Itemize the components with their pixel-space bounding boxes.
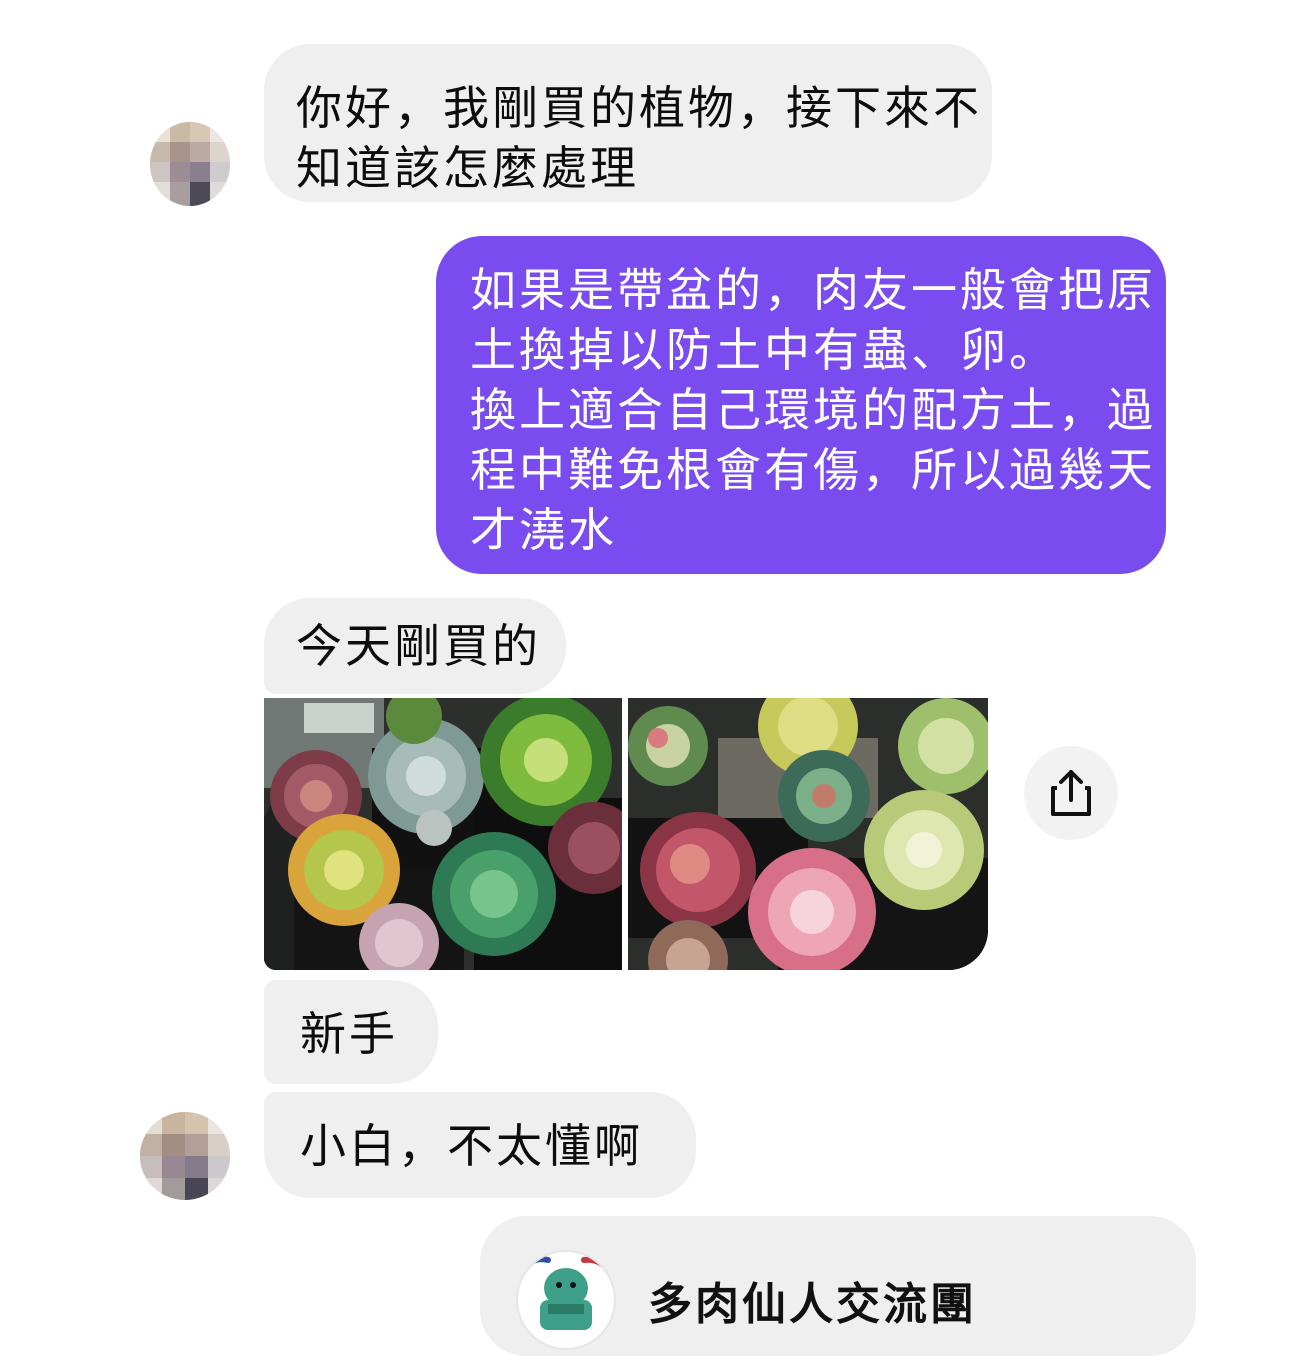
group-avatar xyxy=(516,1250,616,1350)
share-button[interactable] xyxy=(1024,746,1118,840)
message-bubble-outgoing[interactable]: 如果是帶盆的，肉友一般會把原 土換掉以防土中有蟲、卵。 換上適合自己環境的配方土… xyxy=(436,236,1166,574)
succulent-photo-1 xyxy=(264,698,622,970)
photo-attachment[interactable] xyxy=(264,698,622,970)
message-text: 你好，我剛買的植物，接下來不 xyxy=(296,81,982,135)
cactus-mascot-icon xyxy=(521,1256,613,1330)
shared-card-title: 多肉仙人交流團 xyxy=(648,1279,977,1330)
sender-avatar[interactable] xyxy=(150,122,230,206)
message-text: 才澆水 xyxy=(470,503,617,557)
message-bubble-incoming[interactable]: 小白，不太懂啊 xyxy=(264,1092,696,1198)
avatar-icon xyxy=(140,1112,230,1200)
succulent-photo-2 xyxy=(628,698,988,970)
message-text: 程中難免根會有傷，所以過幾天 xyxy=(470,443,1156,497)
message-bubble-incoming[interactable]: 你好，我剛買的植物，接下來不 知道該怎麼處理 xyxy=(264,44,992,202)
message-bubble-incoming[interactable]: 今天剛買的 xyxy=(264,598,566,694)
message-text: 土換掉以防土中有蟲、卵。 xyxy=(470,323,1058,377)
message-text: 小白，不太懂啊 xyxy=(300,1119,643,1173)
message-text: 今天剛買的 xyxy=(296,619,541,673)
share-icon xyxy=(1051,770,1091,816)
message-text: 如果是帶盆的，肉友一般會把原 xyxy=(470,263,1156,317)
sender-avatar[interactable] xyxy=(140,1112,230,1200)
message-text: 知道該怎麼處理 xyxy=(296,141,639,195)
message-bubble-incoming[interactable]: 新手 xyxy=(264,980,438,1084)
message-text: 新手 xyxy=(300,1007,398,1061)
message-text: 換上適合自己環境的配方土，過 xyxy=(470,383,1156,437)
shared-group-card[interactable]: 多肉仙人交流團 xyxy=(480,1216,1196,1356)
avatar-icon xyxy=(150,122,230,206)
photo-attachment[interactable] xyxy=(628,698,988,970)
